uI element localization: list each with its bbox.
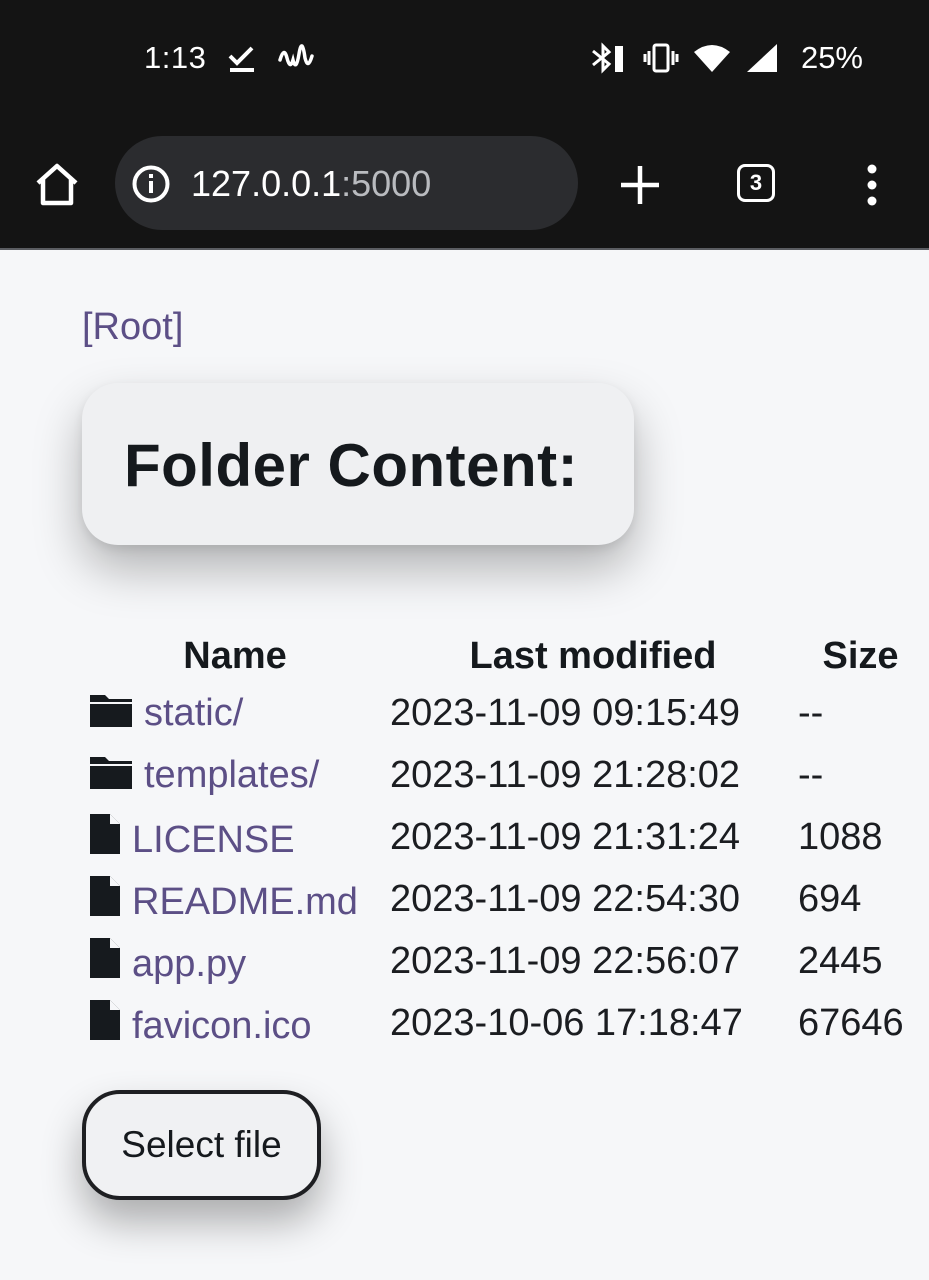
- url-text[interactable]: 127.0.0.1:5000: [191, 163, 431, 205]
- entry-modified: 2023-11-09 22:56:07: [390, 939, 741, 982]
- new-tab-icon[interactable]: [617, 162, 663, 208]
- file-icon: [90, 814, 120, 854]
- entry-link[interactable]: LICENSE: [132, 819, 295, 861]
- column-header-modified: Last modified: [469, 634, 717, 677]
- entry-link[interactable]: app.py: [132, 943, 246, 985]
- file-listing-table: Name Last modified Size static/ 2023-11-…: [82, 630, 923, 1054]
- task-done-icon: [228, 46, 254, 72]
- table-row: favicon.ico 2023-10-06 17:18:47 67646: [82, 992, 923, 1054]
- tab-switcher-button[interactable]: 3: [737, 164, 775, 202]
- entry-link[interactable]: templates/: [144, 754, 319, 796]
- entry-name-cell: templates/: [82, 744, 388, 806]
- status-bar: 1:13 25%: [0, 0, 929, 122]
- entry-name-cell: LICENSE: [82, 806, 388, 868]
- status-system-icons: 25%: [589, 40, 863, 76]
- table-row: static/ 2023-11-09 09:15:49 --: [82, 682, 923, 744]
- entry-size: 694: [798, 877, 862, 920]
- more-menu-icon[interactable]: [860, 160, 884, 210]
- entry-name-cell: static/: [82, 682, 388, 744]
- wifi-icon: [693, 45, 730, 72]
- url-port: :5000: [341, 163, 432, 204]
- entry-link[interactable]: favicon.ico: [132, 1005, 312, 1047]
- entry-modified: 2023-11-09 21:31:24: [390, 815, 741, 858]
- entry-name-cell: app.py: [82, 930, 388, 992]
- table-row: README.md 2023-11-09 22:54:30 694: [82, 868, 923, 930]
- audio-wave-icon: [278, 44, 314, 67]
- folder-icon: [90, 757, 132, 789]
- select-file-button[interactable]: Select file: [82, 1090, 321, 1200]
- entry-size: 2445: [798, 939, 883, 982]
- entry-link[interactable]: static/: [144, 692, 243, 734]
- toolbar-divider: [0, 248, 929, 250]
- table-row: LICENSE 2023-11-09 21:31:24 1088: [82, 806, 923, 868]
- entry-modified: 2023-11-09 22:54:30: [390, 877, 741, 920]
- url-host: 127.0.0.1: [191, 163, 342, 204]
- browser-toolbar: 127.0.0.1:5000 3: [0, 122, 929, 249]
- file-icon: [90, 938, 120, 978]
- table-row: templates/ 2023-11-09 21:28:02 --: [82, 744, 923, 806]
- root-link[interactable]: [Root]: [82, 306, 183, 349]
- info-icon[interactable]: [131, 164, 171, 204]
- file-icon: [90, 1000, 120, 1040]
- heading-card: Folder Content:: [82, 383, 634, 545]
- entry-size: --: [798, 753, 824, 796]
- folder-icon: [90, 695, 132, 727]
- column-header-size: Size: [822, 634, 899, 677]
- entry-modified: 2023-10-06 17:18:47: [390, 1001, 743, 1044]
- signal-icon: [746, 44, 777, 72]
- table-row: app.py 2023-11-09 22:56:07 2445: [82, 930, 923, 992]
- entry-size: 67646: [798, 1001, 904, 1044]
- bluetooth-battery-icon: [592, 42, 623, 74]
- vibrate-icon: [643, 43, 679, 73]
- file-icon: [90, 876, 120, 916]
- entry-link[interactable]: README.md: [132, 881, 358, 923]
- home-icon[interactable]: [32, 160, 82, 210]
- entry-modified: 2023-11-09 09:15:49: [390, 691, 741, 734]
- entry-modified: 2023-11-09 21:28:02: [390, 753, 741, 796]
- entry-size: --: [798, 691, 824, 734]
- battery-percentage: 25%: [800, 40, 863, 75]
- status-notification-icons: [226, 42, 314, 74]
- table-header-row: Name Last modified Size: [82, 630, 923, 682]
- address-bar[interactable]: 127.0.0.1:5000: [115, 136, 578, 230]
- column-header-name: Name: [183, 634, 287, 677]
- entry-name-cell: favicon.ico: [82, 992, 388, 1054]
- status-time: 1:13: [144, 40, 207, 75]
- page-title: Folder Content:: [124, 432, 579, 499]
- entry-name-cell: README.md: [82, 868, 388, 930]
- entry-size: 1088: [798, 815, 883, 858]
